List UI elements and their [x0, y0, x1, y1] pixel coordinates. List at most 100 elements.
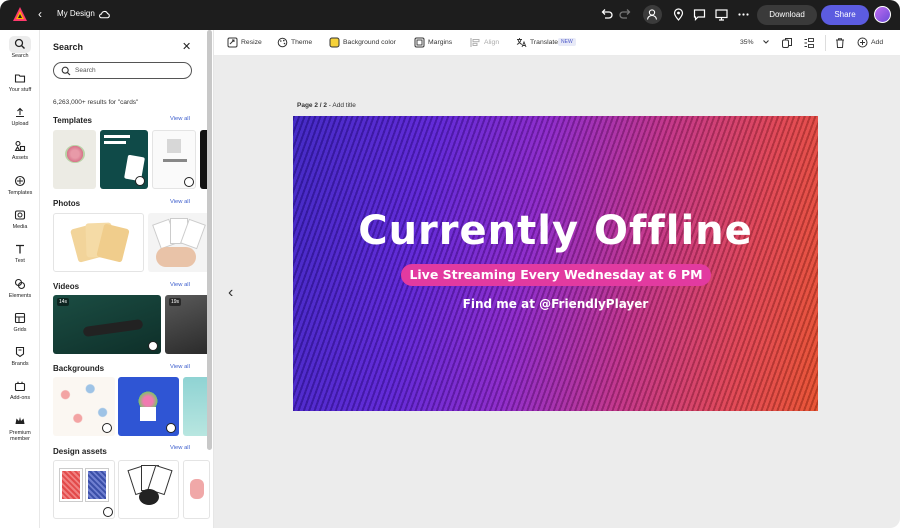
section-title-backgrounds: Backgrounds [53, 364, 105, 373]
section-title-design-assets: Design assets [53, 447, 107, 456]
palette-icon [277, 37, 288, 48]
toolbar-divider [825, 35, 826, 51]
template-thumbnail[interactable] [152, 130, 196, 189]
search-input[interactable]: Search [53, 62, 192, 79]
page-number: Page 2 / 2 [297, 102, 327, 109]
redo-icon[interactable] [618, 7, 633, 22]
trash-icon[interactable] [834, 37, 846, 49]
video-duration: 14s [57, 298, 70, 306]
view-all-videos[interactable]: View all [170, 282, 190, 288]
rail-label: Search [11, 53, 29, 59]
view-all-photos[interactable]: View all [170, 199, 190, 205]
photo-thumbnail[interactable] [53, 213, 144, 272]
view-all-backgrounds[interactable]: View all [170, 364, 190, 370]
back-arrow-icon[interactable]: ‹ [38, 7, 42, 21]
rail-label: Text [15, 258, 25, 264]
brand-icon [15, 346, 25, 358]
undo-icon[interactable] [599, 7, 614, 22]
background-thumbnail[interactable] [118, 377, 179, 436]
app-logo-icon[interactable] [12, 6, 28, 22]
template-thumbnail[interactable] [53, 130, 96, 189]
zoom-level: 35% [740, 39, 754, 46]
search-panel: Search ✕ Search 6,263,000+ results for "… [40, 30, 214, 528]
resize-icon [227, 37, 238, 48]
view-all-design-assets[interactable]: View all [170, 445, 190, 451]
search-placeholder: Search [75, 67, 96, 74]
rail-premium[interactable]: Premium member [0, 415, 40, 442]
photo-thumbnail[interactable] [148, 213, 210, 272]
rail-search[interactable]: Search [0, 36, 40, 59]
editor-toolbar: Resize Theme Background color Margins Al… [214, 30, 900, 56]
add-circle-icon [857, 37, 868, 48]
design-artboard[interactable]: Currently Offline Live Streaming Every W… [293, 116, 818, 411]
grid-icon [14, 312, 26, 324]
design-asset-thumbnail[interactable] [183, 460, 210, 519]
previous-page-arrow-icon[interactable]: ‹ [228, 284, 233, 302]
location-pin-icon[interactable] [671, 7, 686, 22]
rail-grids[interactable]: Grids [0, 312, 40, 333]
rail-text[interactable]: Text [0, 243, 40, 264]
close-icon[interactable]: ✕ [182, 40, 191, 53]
shapes-icon [14, 140, 26, 152]
cloud-sync-icon [99, 10, 110, 19]
background-thumbnail[interactable] [183, 377, 210, 436]
video-thumbnail[interactable]: 14s [53, 295, 161, 354]
add-title-link[interactable]: - Add title [327, 102, 356, 109]
crown-icon [15, 417, 25, 424]
document-title[interactable]: My Design [57, 9, 95, 18]
view-all-templates[interactable]: View all [170, 116, 190, 122]
rail-label: Add-ons [9, 395, 31, 401]
new-badge: NEW [558, 38, 576, 46]
templates-icon [14, 175, 26, 187]
addons-icon [14, 381, 26, 392]
rail-templates[interactable]: Templates [0, 175, 40, 196]
media-icon [14, 210, 26, 220]
theme-label: Theme [291, 39, 313, 46]
present-icon[interactable] [714, 7, 729, 22]
video-duration: 19s [169, 298, 182, 306]
design-asset-thumbnail[interactable] [118, 460, 179, 519]
pages-icon[interactable] [781, 37, 793, 49]
section-title-videos: Videos [53, 282, 80, 291]
background-thumbnail[interactable] [53, 377, 115, 436]
align-icon [470, 38, 480, 47]
page-label[interactable]: Page 2 / 2 - Add title [297, 102, 356, 109]
more-options-icon[interactable] [736, 7, 751, 22]
user-avatar[interactable] [874, 6, 891, 23]
margins-icon [414, 37, 425, 48]
rail-label: Your stuff [8, 87, 32, 93]
canvas-area: Page 2 / 2 - Add title ‹ Currently Offli… [214, 56, 900, 528]
chevron-down-icon [763, 40, 769, 44]
schedule-pill-text[interactable]: Live Streaming Every Wednesday at 6 PM [401, 264, 711, 286]
comment-icon[interactable] [692, 7, 707, 22]
folder-icon [14, 74, 26, 83]
rail-label: Upload [11, 121, 29, 127]
rail-upload[interactable]: Upload [0, 106, 40, 127]
video-thumbnail[interactable]: 19s [165, 295, 210, 354]
headline-text[interactable]: Currently Offline [293, 208, 818, 254]
rail-label: Templates [7, 190, 33, 196]
panel-scrollbar[interactable] [207, 30, 212, 450]
elements-icon [14, 278, 26, 290]
app-window: ‹ My Design Download Share Search Your s… [0, 0, 900, 528]
rail-media[interactable]: Media [0, 209, 40, 230]
rail-your-stuff[interactable]: Your stuff [0, 72, 40, 93]
rail-label: Brands [11, 361, 29, 367]
layers-icon[interactable] [803, 37, 815, 49]
share-button[interactable]: Share [821, 5, 869, 25]
collaborate-button[interactable] [643, 5, 662, 24]
rail-addons[interactable]: Add-ons [0, 380, 40, 401]
handle-text[interactable]: Find me at @FriendlyPlayer [293, 297, 818, 311]
template-thumbnail[interactable] [100, 130, 148, 189]
rail-elements[interactable]: Elements [0, 278, 40, 299]
add-label: Add [871, 39, 884, 46]
rail-label: Premium member [9, 430, 31, 442]
search-icon [14, 38, 25, 49]
section-title-photos: Photos [53, 199, 81, 208]
download-button[interactable]: Download [757, 5, 817, 25]
panel-title: Search [53, 42, 84, 52]
design-asset-thumbnail[interactable] [53, 460, 115, 519]
rail-brands[interactable]: Brands [0, 346, 40, 367]
rail-assets[interactable]: Assets [0, 140, 40, 161]
section-title-templates: Templates [53, 116, 92, 125]
